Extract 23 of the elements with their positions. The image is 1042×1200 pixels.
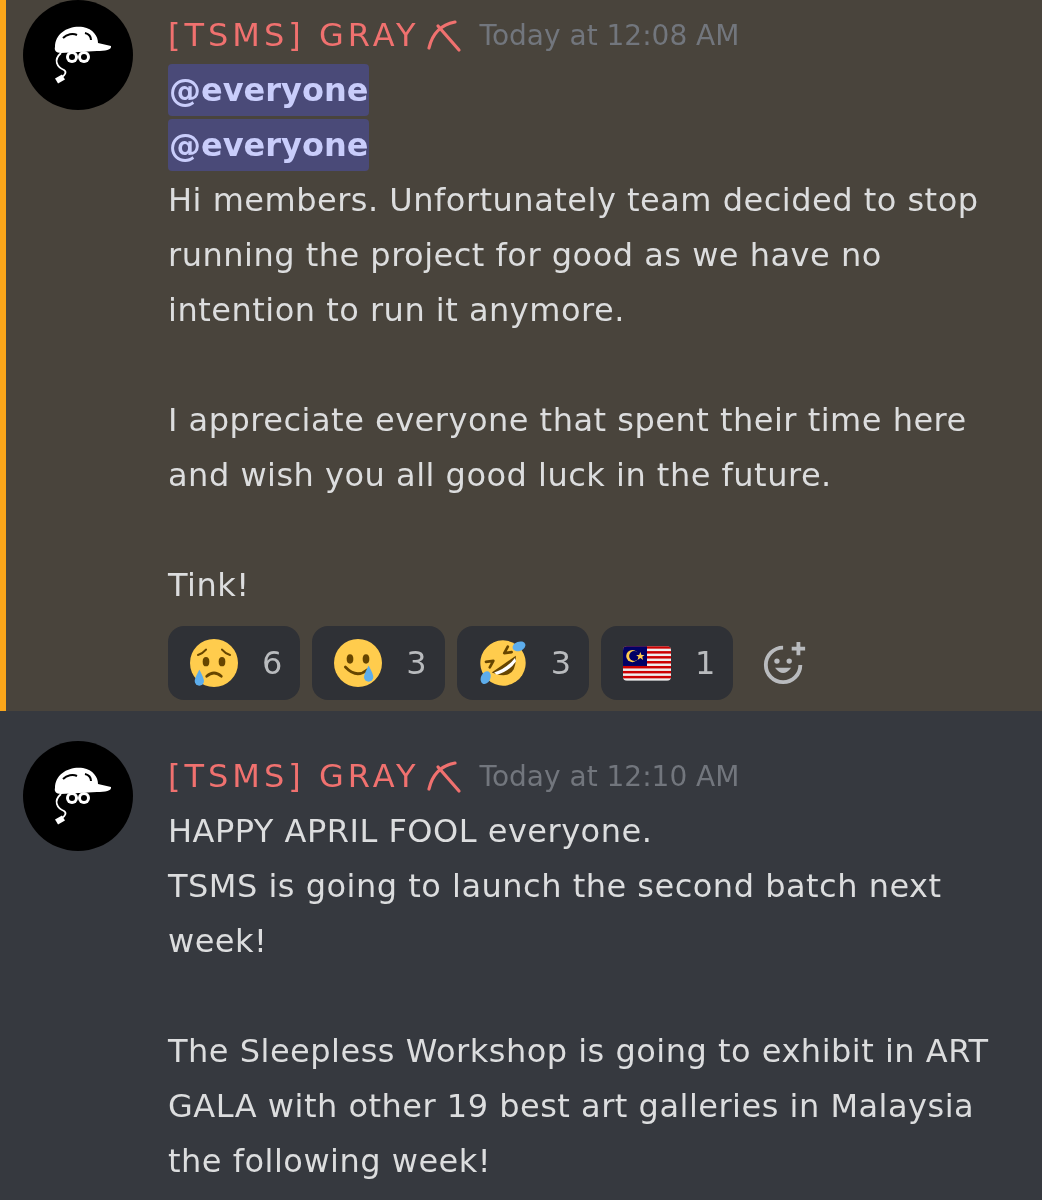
reaction-button[interactable]: 3 xyxy=(456,626,590,700)
mention: @everyone xyxy=(168,119,370,171)
smiling-face-with-tear-icon xyxy=(334,639,383,687)
message-text: Tink! xyxy=(168,565,251,606)
flag-icon xyxy=(623,645,672,681)
message-text: Hi members. Unfortunately team decided to stop running the project for good as we have no intention to run it anymore. xyxy=(168,180,980,331)
reaction-button[interactable]: 3 xyxy=(312,626,445,700)
author-name[interactable]: [TSMS] GRAY xyxy=(168,749,420,804)
message-text: HAPPY APRIL FOOL everyone. xyxy=(168,811,654,852)
laughing-face-with-tears-icon xyxy=(478,639,527,687)
message-text: TSMS is going to launch the second batch next week! xyxy=(168,866,943,962)
pickaxe-icon xyxy=(425,17,462,54)
mention: @everyone xyxy=(168,64,370,116)
message-timestamp: Today at 12:08 AM xyxy=(479,17,740,54)
avatar-icon[interactable] xyxy=(23,0,133,110)
message-timestamp: Today at 12:10 AM xyxy=(479,758,740,795)
reaction-button[interactable]: 6 xyxy=(168,626,301,700)
reaction-button[interactable]: 1 xyxy=(601,626,734,700)
message-text: I appreciate everyone that spent their time here and wish you all good luck in the future. xyxy=(168,400,968,496)
crying-face-icon xyxy=(190,639,238,687)
avatar-icon[interactable] xyxy=(23,741,133,851)
message-text: The Sleepless Workshop is going to exhibit in ART GALA with other 19 best art galleries in Malaysia the following week! xyxy=(168,1031,990,1182)
pickaxe-icon xyxy=(425,758,462,795)
